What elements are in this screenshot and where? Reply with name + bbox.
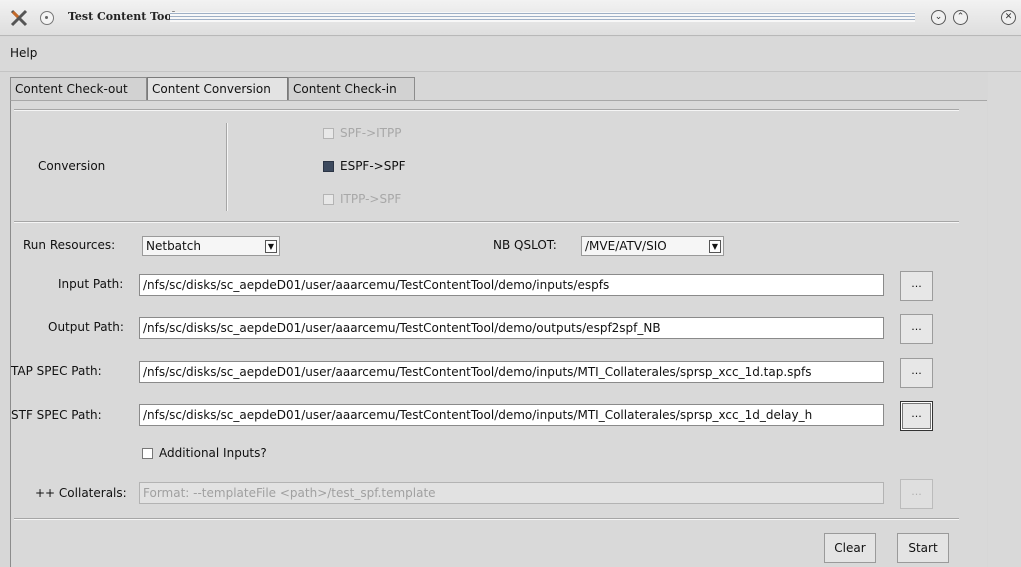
- minimize-icon[interactable]: ⌄: [931, 10, 946, 25]
- collaterals-field[interactable]: Format: --templateFile <path>/test_spf.t…: [139, 482, 884, 504]
- tap-spec-path-browse-button[interactable]: ...: [900, 358, 933, 388]
- nb-qslot-value: /MVE/ATV/SIO: [585, 239, 667, 253]
- close-icon[interactable]: ✕: [1001, 10, 1016, 25]
- checkbox-checked-icon[interactable]: [323, 160, 334, 172]
- input-path-browse-button[interactable]: ...: [900, 271, 933, 301]
- tab-content-check-in[interactable]: Content Check-in: [288, 77, 415, 101]
- checkbox-icon[interactable]: [323, 127, 334, 139]
- separator: [14, 221, 959, 223]
- run-resources-value: Netbatch: [146, 239, 201, 253]
- chevron-down-icon[interactable]: ▼: [709, 240, 721, 253]
- menu-help[interactable]: Help: [10, 46, 37, 60]
- nb-qslot-label: NB QSLOT:: [493, 238, 557, 252]
- output-path-field[interactable]: /nfs/sc/disks/sc_aepdeD01/user/aaarcemu/…: [139, 317, 884, 339]
- separator: [14, 109, 959, 111]
- chevron-down-icon[interactable]: ▼: [265, 240, 277, 253]
- option-label: ITPP->SPF: [340, 192, 402, 206]
- title-bar[interactable]: Test Content Tool ⌄ ⌃ ✕: [0, 0, 1021, 36]
- checkbox-icon[interactable]: [142, 447, 153, 459]
- run-resources-select[interactable]: Netbatch ▼: [142, 236, 280, 256]
- tap-spec-path-label: TAP SPEC Path:: [11, 364, 102, 378]
- window-menu-icon[interactable]: [40, 11, 54, 25]
- menu-bar: Help: [0, 37, 1021, 72]
- app-icon: [10, 9, 28, 27]
- conversion-panel: Conversion SPF->ITPP ESPF->SPF ITPP->SPF…: [10, 100, 987, 567]
- title-grip: [170, 12, 915, 22]
- input-path-field[interactable]: /nfs/sc/disks/sc_aepdeD01/user/aaarcemu/…: [139, 274, 884, 296]
- collaterals-label: ++ Collaterals:: [35, 486, 127, 500]
- tap-spec-path-field[interactable]: /nfs/sc/disks/sc_aepdeD01/user/aaarcemu/…: [139, 361, 884, 383]
- stf-spec-path-label: STF SPEC Path:: [11, 408, 102, 422]
- output-path-label: Output Path:: [48, 320, 124, 334]
- tab-content-check-out[interactable]: Content Check-out: [10, 77, 147, 101]
- collaterals-browse-button[interactable]: ...: [900, 479, 933, 509]
- window-title: Test Content Tool: [68, 10, 176, 23]
- additional-inputs-checkbox[interactable]: Additional Inputs?: [142, 446, 267, 460]
- maximize-icon[interactable]: ⌃: [953, 10, 968, 25]
- clear-button[interactable]: Clear: [824, 533, 876, 563]
- input-path-label: Input Path:: [58, 277, 124, 291]
- nb-qslot-select[interactable]: /MVE/ATV/SIO ▼: [581, 236, 724, 256]
- option-label: SPF->ITPP: [340, 126, 402, 140]
- stf-spec-path-field[interactable]: /nfs/sc/disks/sc_aepdeD01/user/aaarcemu/…: [139, 404, 884, 426]
- additional-inputs-label: Additional Inputs?: [159, 446, 267, 460]
- start-button[interactable]: Start: [897, 533, 949, 563]
- separator: [14, 518, 959, 520]
- option-itpp-spf[interactable]: ITPP->SPF: [323, 192, 401, 206]
- option-spf-itpp[interactable]: SPF->ITPP: [323, 126, 401, 140]
- output-path-browse-button[interactable]: ...: [900, 314, 933, 344]
- checkbox-icon[interactable]: [323, 193, 334, 205]
- option-espf-spf[interactable]: ESPF->SPF: [323, 159, 405, 173]
- conversion-label: Conversion: [38, 159, 106, 173]
- vertical-separator: [226, 123, 228, 211]
- run-resources-label: Run Resources:: [23, 238, 116, 252]
- tab-content-conversion[interactable]: Content Conversion: [147, 77, 288, 101]
- option-label: ESPF->SPF: [340, 159, 406, 173]
- right-strip: [988, 72, 1021, 567]
- stf-spec-path-browse-button[interactable]: ...: [900, 401, 933, 431]
